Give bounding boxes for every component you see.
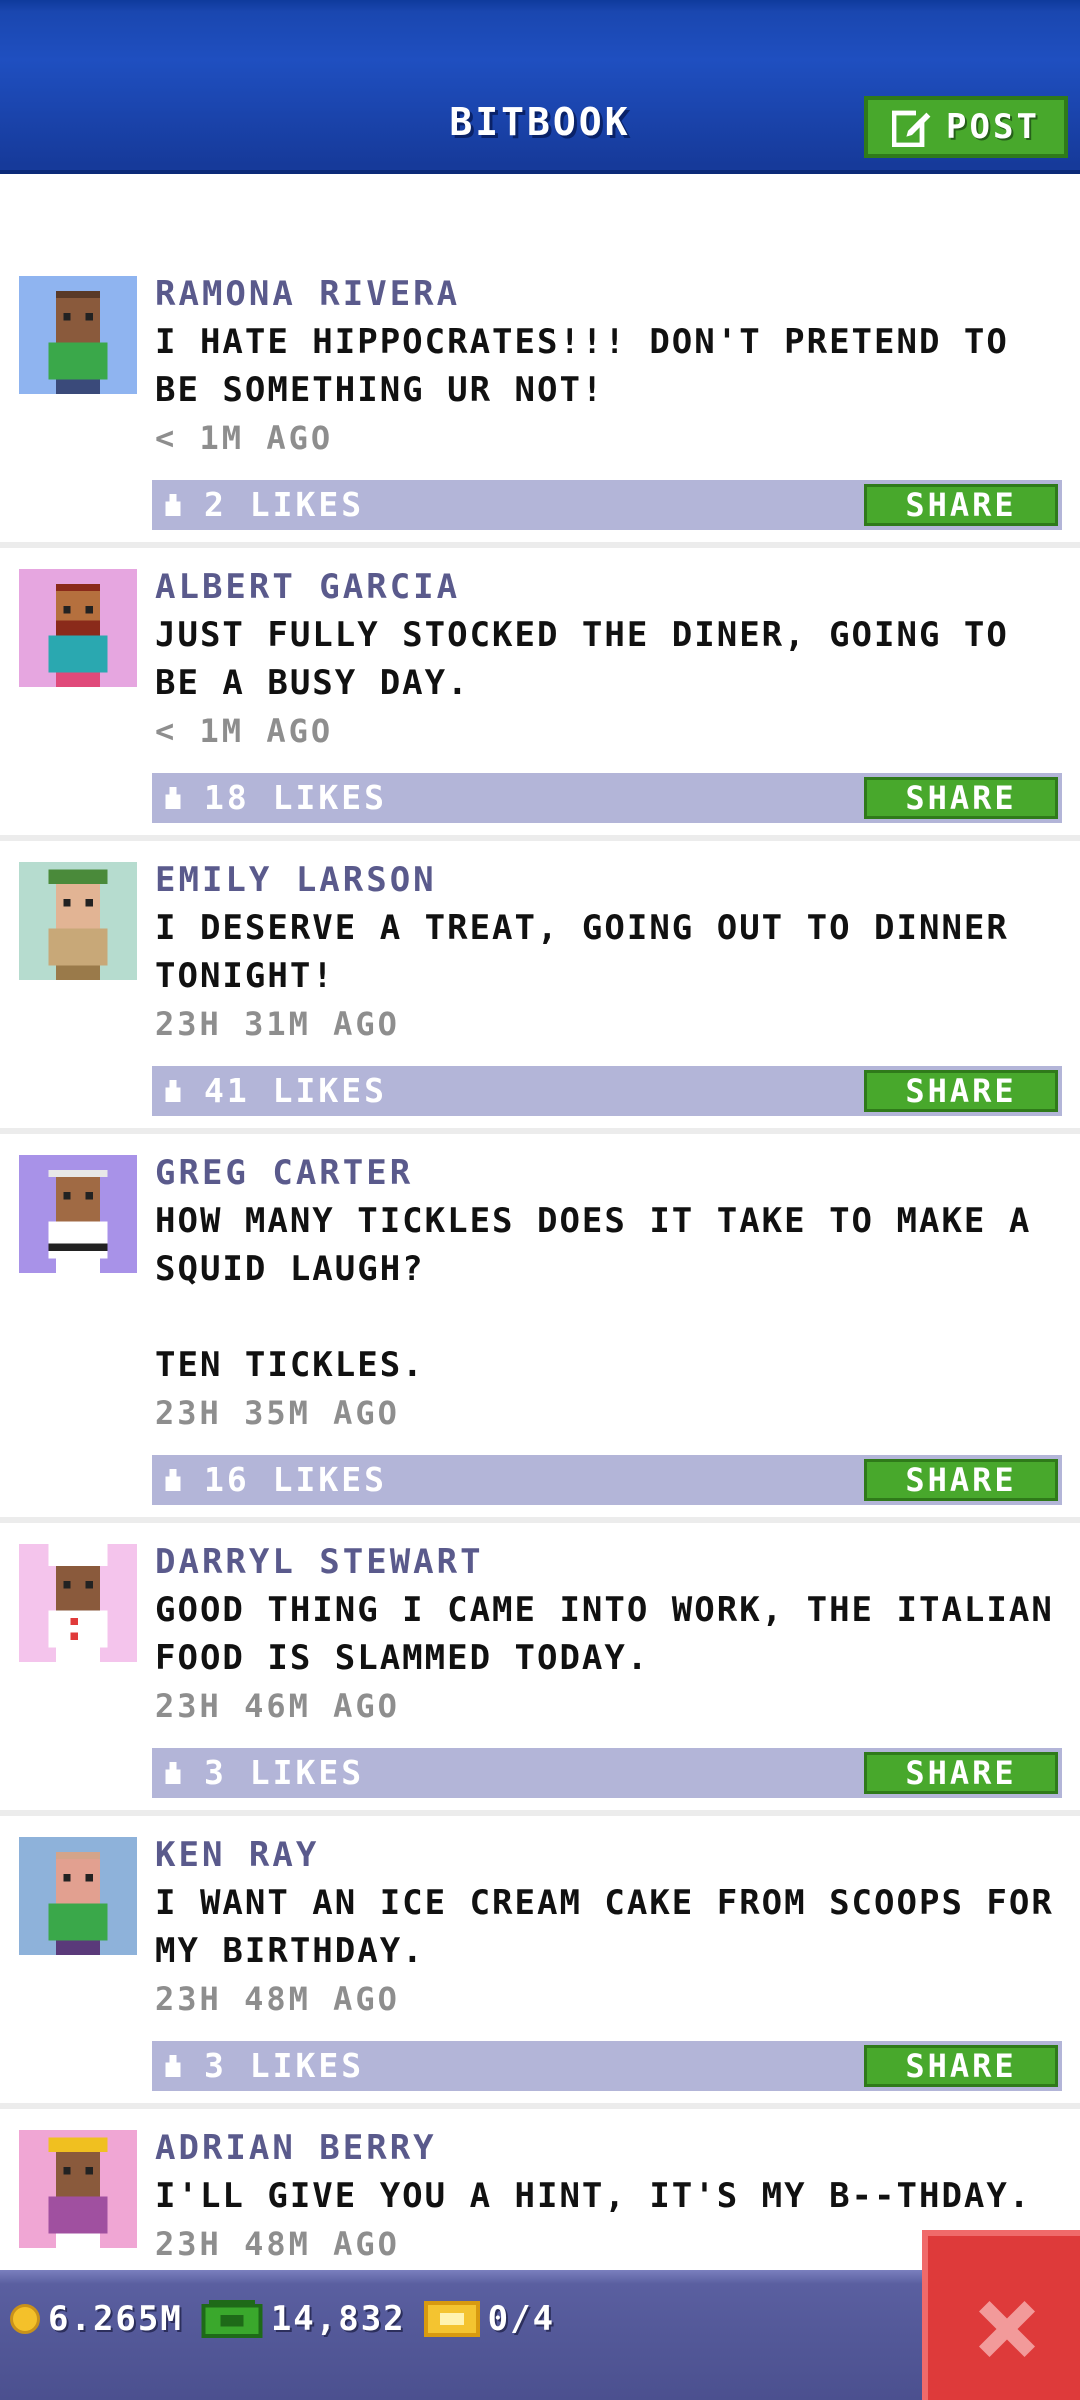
edit-icon xyxy=(892,107,933,147)
share-button[interactable]: SHARE xyxy=(864,484,1058,526)
like-count: 3 LIKES xyxy=(204,1753,365,1792)
thumbs-up-icon xyxy=(165,1469,181,1491)
avatar[interactable] xyxy=(19,862,137,980)
post-content: RAMONA RIVERA I HATE HIPPOCRATES!!! DON'… xyxy=(155,270,1060,462)
bux-stat: 14,832 xyxy=(201,2299,406,2339)
post-text: HOW MANY TICKLES DOES IT TAKE TO MAKE A … xyxy=(155,1201,1032,1385)
post-text: I'LL GIVE YOU A HINT, IT'S MY B--THDAY. xyxy=(155,2176,1032,2216)
avatar[interactable] xyxy=(19,1837,137,1955)
avatar[interactable] xyxy=(19,1155,137,1273)
share-button[interactable]: SHARE xyxy=(864,2045,1058,2087)
like-bar[interactable]: 41 LIKES SHARE xyxy=(152,1066,1062,1116)
post-author[interactable]: DARRYL STEWART xyxy=(155,1538,1060,1586)
avatar[interactable] xyxy=(19,1544,137,1662)
post-author[interactable]: RAMONA RIVERA xyxy=(155,270,1060,318)
avatar[interactable] xyxy=(19,276,137,394)
thumbs-up-icon xyxy=(165,2055,181,2077)
like-bar[interactable]: 3 LIKES SHARE xyxy=(152,1748,1062,1798)
like-bar[interactable]: 16 LIKES SHARE xyxy=(152,1455,1062,1505)
currency-stats: 6.265M 14,832 0/4 xyxy=(10,2294,573,2344)
post-time: 23H 48M AGO xyxy=(155,1980,400,2018)
post-time: 23H 46M AGO xyxy=(155,1687,400,1725)
post-content: KEN RAY I WANT AN ICE CREAM CAKE FROM SC… xyxy=(155,1831,1060,2023)
coins-value: 6.265M xyxy=(48,2299,183,2339)
like-count: 18 LIKES xyxy=(204,778,387,817)
post-content: ALBERT GARCIA JUST FULLY STOCKED THE DIN… xyxy=(155,563,1060,755)
thumbs-up-icon xyxy=(165,1762,181,1784)
like-count: 2 LIKES xyxy=(204,485,365,524)
share-button[interactable]: SHARE xyxy=(864,1752,1058,1794)
post-button[interactable]: POST xyxy=(864,96,1068,158)
post-content: DARRYL STEWART GOOD THING I CAME INTO WO… xyxy=(155,1538,1060,1730)
post-content: EMILY LARSON I DESERVE A TREAT, GOING OU… xyxy=(155,856,1060,1048)
close-button[interactable] xyxy=(922,2230,1080,2400)
post-author[interactable]: ADRIAN BERRY xyxy=(155,2124,1060,2172)
like-bar[interactable]: 18 LIKES SHARE xyxy=(152,773,1062,823)
thumbs-up-icon xyxy=(165,787,181,809)
divider xyxy=(0,1810,1080,1816)
post-time: < 1M AGO xyxy=(155,712,334,750)
thumbs-up-icon xyxy=(165,1080,181,1102)
like-bar[interactable]: 2 LIKES SHARE xyxy=(152,480,1062,530)
post-content: GREG CARTER HOW MANY TICKLES DOES IT TAK… xyxy=(155,1149,1060,1437)
tickets-value: 0/4 xyxy=(487,2299,556,2339)
post-time: 23H 31M AGO xyxy=(155,1005,400,1043)
divider xyxy=(0,1517,1080,1523)
avatar[interactable] xyxy=(19,2130,137,2248)
post-author[interactable]: EMILY LARSON xyxy=(155,856,1060,904)
close-icon xyxy=(979,2301,1035,2357)
bux-icon xyxy=(201,2300,263,2338)
divider xyxy=(0,835,1080,841)
post-author[interactable]: ALBERT GARCIA xyxy=(155,563,1060,611)
divider xyxy=(0,2103,1080,2109)
app-header: BITBOOK POST xyxy=(0,0,1080,174)
share-button[interactable]: SHARE xyxy=(864,777,1058,819)
post-author[interactable]: KEN RAY xyxy=(155,1831,1060,1879)
like-count: 16 LIKES xyxy=(204,1460,387,1499)
tickets-stat: 0/4 xyxy=(423,2299,556,2339)
post-text: I WANT AN ICE CREAM CAKE FROM SCOOPS FOR… xyxy=(155,1883,1054,1971)
post-author[interactable]: GREG CARTER xyxy=(155,1149,1060,1197)
coins-stat: 6.265M xyxy=(10,2299,183,2339)
like-count: 41 LIKES xyxy=(204,1071,387,1110)
post-text: I DESERVE A TREAT, GOING OUT TO DINNER T… xyxy=(155,908,1009,996)
post-time: < 1M AGO xyxy=(155,419,334,457)
like-count: 3 LIKES xyxy=(204,2046,365,2085)
post-text: GOOD THING I CAME INTO WORK, THE ITALIAN… xyxy=(155,1590,1054,1678)
coin-icon xyxy=(10,2304,40,2334)
ticket-icon xyxy=(423,2301,480,2337)
share-button[interactable]: SHARE xyxy=(864,1459,1058,1501)
post-button-label: POST xyxy=(946,107,1040,147)
bux-value: 14,832 xyxy=(270,2299,406,2339)
avatar[interactable] xyxy=(19,569,137,687)
thumbs-up-icon xyxy=(165,494,181,516)
share-button[interactable]: SHARE xyxy=(864,1070,1058,1112)
post-text: JUST FULLY STOCKED THE DINER, GOING TO B… xyxy=(155,615,1009,703)
currency-bar: 6.265M 14,832 0/4 xyxy=(0,2270,1080,2400)
post-time: 23H 35M AGO xyxy=(155,1394,400,1432)
post-text: I HATE HIPPOCRATES!!! DON'T PRETEND TO B… xyxy=(155,322,1009,410)
divider xyxy=(0,1128,1080,1134)
divider xyxy=(0,542,1080,548)
like-bar[interactable]: 3 LIKES SHARE xyxy=(152,2041,1062,2091)
